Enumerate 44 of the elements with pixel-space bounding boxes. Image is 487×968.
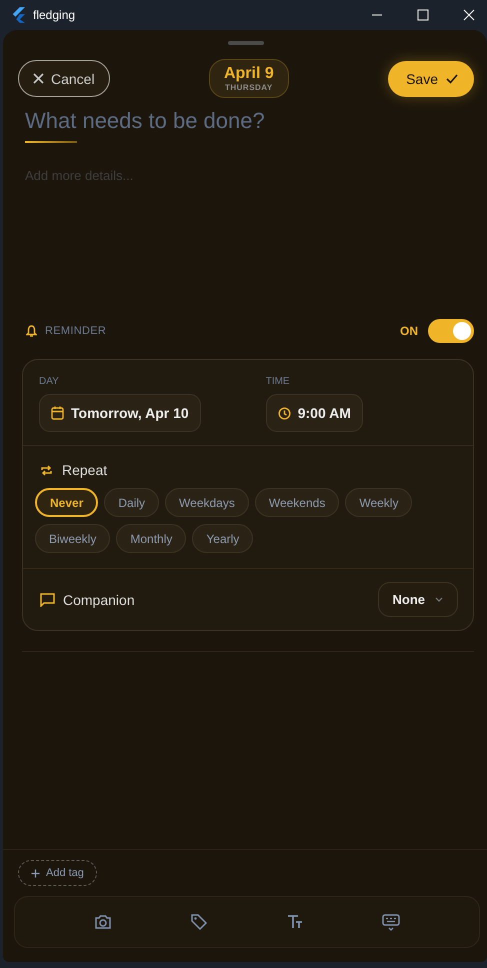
repeat-label: Repeat [62, 462, 108, 478]
calendar-icon [51, 406, 64, 420]
clock-icon [278, 406, 291, 420]
maximize-icon[interactable] [417, 9, 429, 21]
time-label: TIME [266, 376, 291, 387]
repeat-chip[interactable]: Biweekly [35, 524, 110, 553]
toggle-state-text: ON [400, 324, 418, 338]
close-icon[interactable] [463, 9, 475, 21]
plus-icon [31, 868, 40, 878]
save-button[interactable]: Save [388, 60, 474, 96]
repeat-chip[interactable]: Daily [104, 488, 160, 517]
title-underline [25, 141, 77, 143]
repeat-chip[interactable]: Weekends [254, 488, 340, 517]
chat-icon [40, 592, 55, 606]
day-label: DAY [39, 376, 60, 387]
repeat-chip[interactable]: Never [35, 488, 98, 517]
text-format-icon[interactable] [286, 914, 304, 930]
repeat-icon [40, 464, 53, 476]
reminder-toggle[interactable] [428, 319, 474, 343]
window-title: fledging [33, 8, 76, 22]
bell-icon [26, 325, 37, 337]
date-badge[interactable]: April 9 THURSDAY [208, 59, 289, 98]
weekday-text: THURSDAY [224, 83, 273, 92]
companion-dropdown[interactable]: None [378, 582, 458, 617]
reminder-label: REMINDER [45, 325, 106, 337]
add-tag-button[interactable]: Add tag [18, 860, 97, 886]
drag-handle[interactable] [228, 41, 264, 45]
camera-icon[interactable] [94, 914, 112, 930]
chevron-down-icon [435, 597, 443, 602]
repeat-chip[interactable]: Weekdays [165, 488, 249, 517]
close-icon [33, 73, 44, 84]
keyboard-icon[interactable] [382, 913, 400, 931]
time-picker[interactable]: 9:00 AM [266, 394, 363, 432]
day-picker[interactable]: Tomorrow, Apr 10 [39, 394, 201, 432]
checkmark-icon [446, 74, 458, 84]
cancel-button[interactable]: Cancel [18, 60, 110, 97]
repeat-chip[interactable]: Yearly [192, 524, 254, 553]
app-logo-icon [11, 7, 25, 23]
date-text: April 9 [224, 65, 274, 83]
repeat-chip[interactable]: Monthly [116, 524, 186, 553]
repeat-chip[interactable]: Weekly [345, 488, 412, 517]
tag-icon[interactable] [190, 913, 208, 931]
title-field[interactable]: What needs to be done? [18, 106, 474, 136]
companion-label: Companion [63, 592, 135, 608]
